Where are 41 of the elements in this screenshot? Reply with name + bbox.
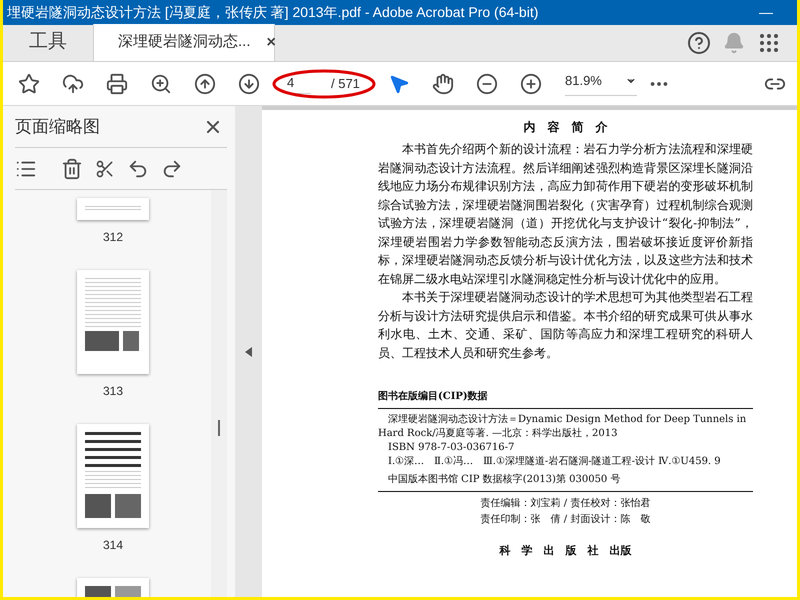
select-pointer-icon[interactable]	[388, 72, 410, 94]
window-title: 埋硬岩隧洞动态设计方法 [冯夏庭，张传庆 著] 2013年.pdf - Adobe Acrobat Pro (64-bit)	[7, 3, 538, 22]
page-heading: 内 容 简 介	[522, 119, 608, 136]
rotate-left-icon[interactable]	[127, 158, 149, 180]
scrollbar[interactable]	[211, 190, 227, 597]
star-icon[interactable]	[18, 72, 40, 94]
magnifier-icon[interactable]	[150, 72, 172, 94]
page-thumbnail[interactable]	[77, 424, 149, 528]
collapse-arrow-icon[interactable]	[244, 346, 252, 356]
cip-line: 深埋硬岩隧洞动态设计方法＝Dynamic Design Method for Deep Tunnels in Hard Rock/冯夏庭等著. —北京：科学出版社，2013	[378, 413, 748, 441]
minimize-button[interactable]: —	[759, 2, 773, 23]
page-number-label: 314	[102, 537, 124, 554]
page-number-field[interactable]: 4	[287, 73, 311, 94]
tab-close-button[interactable]: ×	[266, 30, 276, 54]
zoom-dropdown[interactable]: 81.9%	[565, 71, 637, 96]
zoom-in-icon[interactable]	[520, 72, 542, 94]
panel-title: 页面缩略图	[15, 116, 100, 138]
page-thumbnail[interactable]	[77, 270, 149, 374]
body-paragraph: 本书首先介绍两个新的设计流程：岩石力学分析方法流程和深埋硬岩隧洞动态设计方法流程。然后详细阐述强烈构造背景区深埋长隧洞沿线地应力场分布规律识别方法，高应力卸荷作用下硬岩的变形破坏机制综合试验方法，深埋硬岩隧洞围岩裂化（灾害孕育）过程机制综合观测试验方法，深埋硬岩隧洞（道）开挖优化与支护设计“裂化-抑制法”，深埋硬岩围岩力学参数智能动态反演方法，围岩破坏接近度评价新指标，深埋硬岩隧洞动态反馈分析与设计优化方法，以及这些方法和技术在锦屏二级水电站深埋引水隧洞稳定性分析与设计优化中的应用。	[378, 141, 753, 288]
cip-line: 中国版本图书馆 CIP 数据核字(2013)第 030050 号	[387, 473, 622, 487]
cip-line: Ⅰ.①深… Ⅱ.①冯… Ⅲ.①深埋隧道-岩石隧洞-隧道工程-设计 Ⅳ.①U459. 9	[387, 455, 722, 469]
page-thumbnail[interactable]	[77, 198, 149, 220]
credit-line: 责任编辑：刘宝莉 / 责任校对：张怡君	[480, 496, 650, 511]
page-number-label: 313	[102, 383, 124, 400]
body-paragraph: 本书关于深埋硬岩隧洞动态设计的学术思想可为其他类型岩石工程分析与设计方法研究提供启示和借鉴。本书介绍的研究成果可供从事水利水电、土木、交通、采矿、国防等高应力和深埋工程研究的科研人员、工程技术人员和研究生参考。	[378, 289, 753, 362]
cloud-upload-icon[interactable]	[62, 72, 84, 94]
hand-icon[interactable]	[432, 72, 454, 94]
tab[interactable]: 深埋硬岩隧洞动态...	[118, 31, 251, 54]
trash-icon[interactable]	[61, 158, 83, 180]
cip-title: 图书在版编目(CIP)数据	[378, 391, 488, 402]
page-total: / 571	[331, 74, 360, 93]
tab[interactable]: 工具	[29, 28, 67, 57]
print-icon[interactable]	[106, 72, 128, 94]
zoom-out-icon[interactable]	[476, 72, 498, 94]
rotate-right-icon[interactable]	[161, 158, 183, 180]
cip-line: ISBN 978-7-03-036716-7	[387, 441, 516, 455]
split-page-icon[interactable]	[95, 158, 115, 178]
help-icon[interactable]	[687, 30, 711, 54]
publisher-line: 科 学 出 版 社 出版	[500, 543, 632, 559]
credit-line: 责任印制：张 倩 / 封面设计：陈 敬	[480, 512, 650, 527]
page-number-label: 312	[102, 229, 124, 246]
